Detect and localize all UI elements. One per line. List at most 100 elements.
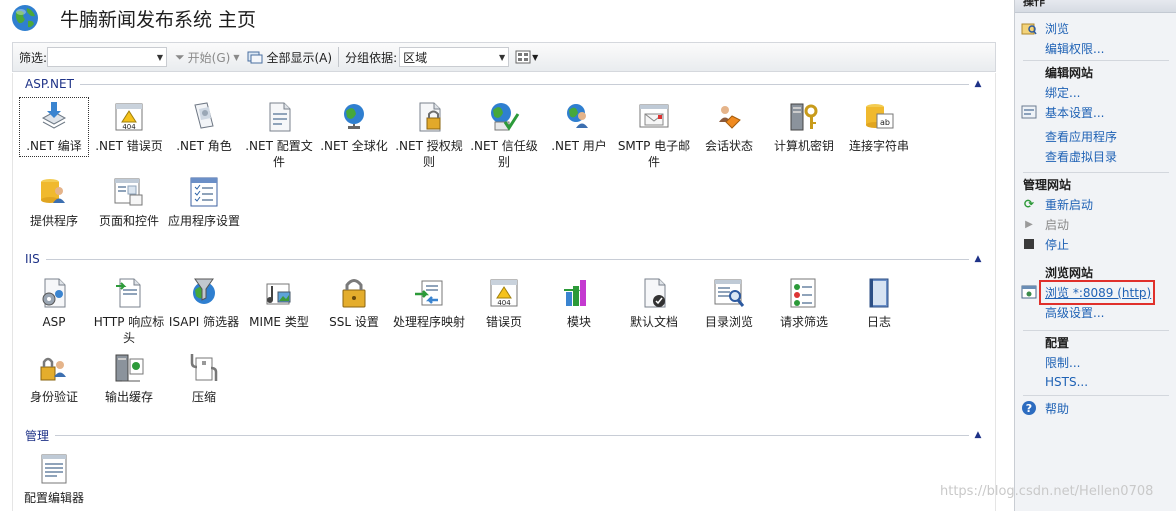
feature-item[interactable]: SMTP 电子邮件 [617, 95, 691, 173]
basic-settings-link[interactable]: 基本设置... [1045, 104, 1104, 121]
start-filter-button[interactable]: ⏷ 开始(G) ▼ [175, 49, 239, 66]
feature-item[interactable]: 配置编辑器 [17, 447, 91, 509]
feature-tile[interactable]: 输出缓存 [94, 348, 164, 408]
feature-tile[interactable]: SSL 设置 [319, 273, 389, 333]
feature-item[interactable]: HTTP 响应标头 [92, 271, 166, 349]
collapse-up-icon[interactable]: ▲ [971, 254, 985, 264]
error-page-icon: 404 [487, 276, 521, 314]
feature-tile[interactable]: 404 错误页 [469, 273, 539, 333]
feature-item[interactable]: 404 错误页 [467, 271, 541, 349]
feature-item[interactable]: 页面和控件 [92, 170, 166, 232]
feature-tile[interactable]: .NET 用户 [544, 97, 614, 157]
bindings-action[interactable]: 绑定... [1015, 82, 1176, 102]
restart-action[interactable]: ⟳ 重新启动 [1015, 194, 1176, 214]
feature-tile[interactable]: 处理程序映射 [393, 273, 465, 333]
feature-tile[interactable]: 默认文档 [619, 273, 689, 333]
feature-tile[interactable]: .NET 配置文件 [244, 97, 314, 173]
feature-tile[interactable]: MIME 类型 [244, 273, 314, 333]
feature-tile[interactable]: ISAPI 筛选器 [169, 273, 239, 333]
feature-tile[interactable]: .NET 授权规则 [394, 97, 464, 173]
browse-action[interactable]: 浏览 [1015, 18, 1176, 38]
feature-tile[interactable]: ab 连接字符串 [844, 97, 914, 157]
browse-link[interactable]: 浏览 [1045, 20, 1069, 37]
view-vdirs-link[interactable]: 查看虚拟目录 [1045, 148, 1117, 165]
feature-item[interactable]: 提供程序 [17, 170, 91, 232]
feature-item[interactable]: 404 .NET 错误页 [92, 95, 166, 173]
feature-tile[interactable]: 404 .NET 错误页 [94, 97, 164, 157]
hsts-link[interactable]: HSTS... [1045, 375, 1088, 389]
limits-link[interactable]: 限制... [1045, 354, 1080, 371]
feature-item[interactable]: .NET 用户 [542, 95, 616, 173]
feature-tile[interactable]: 日志 [844, 273, 914, 333]
feature-item[interactable]: 身份验证 [17, 346, 91, 408]
feature-tile[interactable]: .NET 信任级别 [469, 97, 539, 173]
feature-tile[interactable]: 应用程序设置 [168, 172, 240, 232]
feature-tile[interactable]: 计算机密钥 [769, 97, 839, 157]
feature-tile[interactable]: 模块 [544, 273, 614, 333]
feature-item[interactable]: 模块 [542, 271, 616, 349]
edit-permissions-link[interactable]: 编辑权限... [1045, 40, 1104, 57]
restart-link[interactable]: 重新启动 [1045, 196, 1093, 213]
help-action[interactable]: ? 帮助 [1015, 398, 1176, 418]
group-by-select[interactable]: 区域 ▼ [399, 47, 510, 67]
feature-item[interactable]: 目录浏览 [692, 271, 766, 349]
feature-item[interactable]: .NET 配置文件 [242, 95, 316, 173]
feature-item[interactable]: 请求筛选 [767, 271, 841, 349]
feature-tile[interactable]: 提供程序 [19, 172, 89, 232]
feature-item[interactable]: 会话状态 [692, 95, 766, 173]
feature-item[interactable]: 日志 [842, 271, 916, 349]
feature-tile[interactable]: 页面和控件 [94, 172, 164, 232]
feature-tile[interactable]: ASP [19, 273, 89, 333]
feature-tile[interactable]: SMTP 电子邮件 [618, 97, 690, 173]
collapse-up-icon[interactable]: ▲ [971, 79, 985, 89]
help-link[interactable]: 帮助 [1045, 400, 1069, 417]
stop-action[interactable]: 停止 [1015, 234, 1176, 254]
feature-item[interactable]: MIME 类型 [242, 271, 316, 349]
advanced-settings-action[interactable]: 高级设置... [1015, 302, 1176, 322]
feature-item[interactable]: .NET 全球化 [317, 95, 391, 173]
feature-item[interactable]: 计算机密钥 [767, 95, 841, 173]
view-mode-button[interactable]: ▼ [515, 50, 538, 64]
feature-item[interactable]: 处理程序映射 [392, 271, 466, 349]
edit-permissions-action[interactable]: 编辑权限... [1015, 38, 1176, 58]
bindings-link[interactable]: 绑定... [1045, 84, 1080, 101]
limits-action[interactable]: 限制... [1015, 352, 1176, 372]
view-apps-link[interactable]: 查看应用程序 [1045, 128, 1117, 145]
start-link[interactable]: 启动 [1045, 216, 1069, 233]
collapse-up-icon[interactable]: ▲ [971, 430, 985, 440]
start-action[interactable]: ▶ 启动 [1015, 214, 1176, 234]
feature-tile[interactable]: HTTP 响应标头 [94, 273, 164, 349]
feature-item[interactable]: 应用程序设置 [167, 170, 241, 232]
feature-item[interactable]: ASP [17, 271, 91, 349]
feature-tile[interactable]: .NET 角色 [169, 97, 239, 157]
feature-item[interactable]: ab 连接字符串 [842, 95, 916, 173]
feature-item[interactable]: 输出缓存 [92, 346, 166, 408]
feature-item[interactable]: .NET 信任级别 [467, 95, 541, 173]
feature-label: 提供程序 [29, 214, 78, 228]
feature-tile[interactable]: 会话状态 [694, 97, 764, 157]
feature-tile[interactable]: 身份验证 [19, 348, 89, 408]
browse-folder-icon [1021, 20, 1037, 36]
advanced-settings-link[interactable]: 高级设置... [1045, 304, 1104, 321]
hsts-action[interactable]: HSTS... [1015, 372, 1176, 392]
feature-item[interactable]: SSL 设置 [317, 271, 391, 349]
feature-item[interactable]: 压缩 [167, 346, 241, 408]
feature-item[interactable]: .NET 角色 [167, 95, 241, 173]
feature-tile[interactable]: 目录浏览 [694, 273, 764, 333]
basic-settings-action[interactable]: 基本设置... [1015, 102, 1176, 122]
feature-tile[interactable]: .NET 编译 [19, 97, 89, 157]
feature-item[interactable]: ISAPI 筛选器 [167, 271, 241, 349]
feature-item[interactable]: 默认文档 [617, 271, 691, 349]
feature-item[interactable]: .NET 编译 [17, 95, 91, 173]
globe-icon [337, 100, 371, 138]
feature-tile[interactable]: 压缩 [169, 348, 239, 408]
filter-input[interactable]: ▼ [47, 47, 168, 67]
view-vdirs-action[interactable]: 查看虚拟目录 [1015, 146, 1176, 166]
feature-tile[interactable]: .NET 全球化 [319, 97, 389, 157]
feature-tile[interactable]: 配置编辑器 [19, 449, 89, 509]
feature-tile[interactable]: 请求筛选 [769, 273, 839, 333]
stop-link[interactable]: 停止 [1045, 236, 1069, 253]
view-apps-action[interactable]: 查看应用程序 [1015, 126, 1176, 146]
show-all-button[interactable]: 全部显示(A) [247, 49, 332, 66]
feature-item[interactable]: .NET 授权规则 [392, 95, 466, 173]
